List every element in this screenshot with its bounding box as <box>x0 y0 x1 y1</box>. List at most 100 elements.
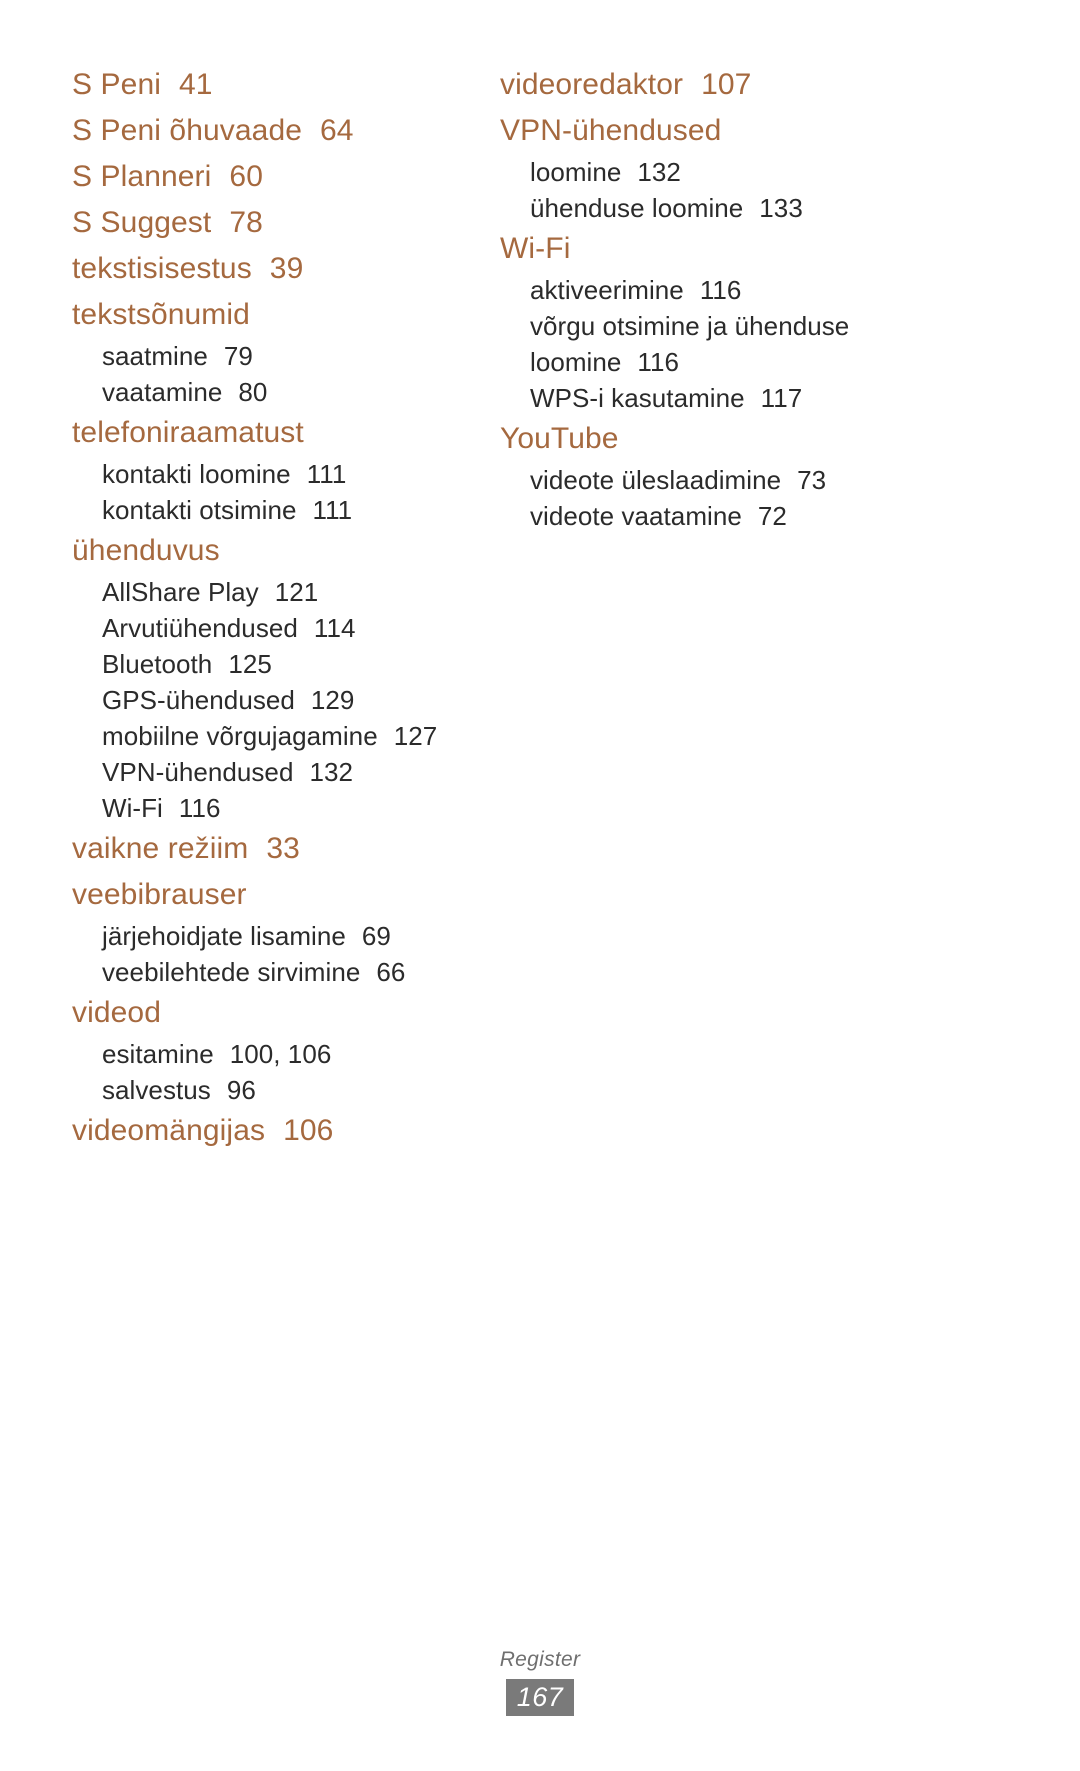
index-heading[interactable]: S Suggest 78 <box>72 200 492 246</box>
index-heading[interactable]: veebibrauser <box>72 872 492 918</box>
index-subentry-page: 117 <box>760 383 803 413</box>
footer-section-label: Register <box>499 1648 581 1671</box>
index-entry-group: Wi-Fi aktiveerimine 116 võrgu otsimine ja ü… <box>500 226 920 416</box>
index-subentry-page: 73 <box>797 465 827 495</box>
index-subentry-label: veebilehtede sirvimine <box>102 957 361 987</box>
index-heading[interactable]: YouTube <box>500 416 920 462</box>
index-entry-group: YouTube videote üleslaadimine 73 videote va… <box>500 416 920 534</box>
index-heading[interactable]: videod <box>72 990 492 1036</box>
index-subentry[interactable]: mobiilne võrgujagamine 127 <box>72 718 492 754</box>
index-heading[interactable]: videoredaktor 107 <box>500 62 920 108</box>
index-subentry[interactable]: esitamine 100, 106 <box>72 1036 492 1072</box>
index-subentry[interactable]: AllShare Play 121 <box>72 574 492 610</box>
index-heading-label: videoredaktor <box>500 68 684 101</box>
index-heading[interactable]: videomängijas 106 <box>72 1108 492 1154</box>
index-heading-label: ühenduvus <box>72 534 220 567</box>
index-heading[interactable]: tekstisisestus 39 <box>72 246 492 292</box>
index-heading-label: YouTube <box>500 422 619 455</box>
index-heading-label: VPN-ühendused <box>500 114 722 147</box>
index-subentry-label: kontakti otsimine <box>102 495 297 525</box>
index-subentry-label: Wi-Fi <box>102 793 163 823</box>
index-subentry[interactable]: VPN-ühendused 132 <box>72 754 492 790</box>
index-column-right: videoredaktor 107 VPN-ühendused loomine 132 ü… <box>500 62 920 534</box>
index-subentry[interactable]: veebilehtede sirvimine 66 <box>72 954 492 990</box>
index-subentry-label: GPS-ühendused <box>102 685 295 715</box>
index-subentry[interactable]: Arvutiühendused 114 <box>72 610 492 646</box>
index-subentry-page: 111 <box>306 459 347 489</box>
index-subentry[interactable]: järjehoidjate lisamine 69 <box>72 918 492 954</box>
index-entry-group: veebibrauser järjehoidjate lisamine 69 veeb… <box>72 872 492 990</box>
index-subentry[interactable]: kontakti otsimine 111 <box>72 492 492 528</box>
index-subentry-label: kontakti loomine <box>102 459 291 489</box>
index-heading[interactable]: VPN-ühendused <box>500 108 920 154</box>
index-heading[interactable]: tekstsõnumid <box>72 292 492 338</box>
index-subentry[interactable]: GPS-ühendused 129 <box>72 682 492 718</box>
index-entry-group: S Peni õhuvaade 64 <box>72 108 492 154</box>
index-subentry-label: VPN-ühendused <box>102 757 294 787</box>
index-heading[interactable]: S Peni 41 <box>72 62 492 108</box>
index-subentry[interactable]: Bluetooth 125 <box>72 646 492 682</box>
page-number-badge: 167 <box>505 1679 575 1716</box>
index-heading-page: 33 <box>266 832 300 865</box>
index-subentry-page: 125 <box>228 649 272 679</box>
index-heading-label: Wi-Fi <box>500 232 571 265</box>
index-heading[interactable]: ühenduvus <box>72 528 492 574</box>
index-subentry-page: 111 <box>312 495 353 525</box>
index-subentry-page: 133 <box>759 193 803 223</box>
index-heading-label: tekstisisestus <box>72 252 252 285</box>
index-subentry-label: vaatamine <box>102 377 223 407</box>
index-subentry-page: 116 <box>178 793 221 823</box>
index-entry-group: telefoniraamatust kontakti loomine 111 kont… <box>72 410 492 528</box>
index-heading[interactable]: Wi-Fi <box>500 226 920 272</box>
index-heading-label: S Planneri <box>72 160 212 193</box>
index-heading-page: 78 <box>229 206 263 239</box>
index-subentry-page: 80 <box>238 377 268 407</box>
index-heading[interactable]: S Planneri 60 <box>72 154 492 200</box>
index-heading-page: 106 <box>283 1114 334 1147</box>
index-subentry-page: 132 <box>637 157 681 187</box>
index-subentry[interactable]: võrgu otsimine ja ühenduse loomine 116 <box>500 308 920 380</box>
index-heading-page: 60 <box>229 160 263 193</box>
index-subentry[interactable]: videote üleslaadimine 73 <box>500 462 920 498</box>
index-subentry[interactable]: videote vaatamine 72 <box>500 498 920 534</box>
index-columns: S Peni 41 S Peni õhuvaade 64 S Planneri 60 S S… <box>72 62 1022 1154</box>
index-heading[interactable]: vaikne režiim 33 <box>72 826 492 872</box>
index-subentry[interactable]: ühenduse loomine 133 <box>500 190 920 226</box>
index-heading-label: tekstsõnumid <box>72 298 250 331</box>
index-subentry-page: 69 <box>361 921 391 951</box>
index-page: S Peni 41 S Peni õhuvaade 64 S Planneri 60 S S… <box>0 0 1080 1771</box>
page-footer: Register 167 <box>0 1648 1080 1716</box>
index-subentry-page: 66 <box>376 957 406 987</box>
index-subentry[interactable]: kontakti loomine 111 <box>72 456 492 492</box>
index-subentry-label: võrgu otsimine ja ühenduse loomine <box>530 311 850 377</box>
index-heading-page: 64 <box>320 114 354 147</box>
index-subentry-label: WPS-i kasutamine <box>530 383 745 413</box>
index-subentry-page: 127 <box>393 721 438 751</box>
index-subentry[interactable]: Wi-Fi 116 <box>72 790 492 826</box>
index-subentry-label: videote üleslaadimine <box>530 465 782 495</box>
index-heading[interactable]: telefoniraamatust <box>72 410 492 456</box>
index-heading-label: S Peni õhuvaade <box>72 114 303 147</box>
index-heading-page: 41 <box>179 68 213 101</box>
index-heading-page: 39 <box>269 252 304 285</box>
index-heading-label: videod <box>72 996 162 1029</box>
index-entry-group: videomängijas 106 <box>72 1108 492 1154</box>
index-subentry[interactable]: loomine 132 <box>500 154 920 190</box>
index-subentry[interactable]: saatmine 79 <box>72 338 492 374</box>
index-heading-label: S Suggest <box>72 206 212 239</box>
index-subentry-label: saatmine <box>102 341 208 371</box>
index-subentry-page: 132 <box>309 757 353 787</box>
index-subentry[interactable]: salvestus 96 <box>72 1072 492 1108</box>
index-subentry-page: 100, 106 <box>229 1039 332 1069</box>
index-subentry-label: videote vaatamine <box>530 501 742 531</box>
index-subentry-label: AllShare Play <box>102 577 259 607</box>
index-heading-label: videomängijas <box>72 1114 266 1147</box>
index-subentry-page: 72 <box>757 501 787 531</box>
index-heading-label: telefoniraamatust <box>72 416 304 449</box>
index-heading-page: 107 <box>701 68 752 101</box>
index-subentry[interactable]: vaatamine 80 <box>72 374 492 410</box>
index-subentry[interactable]: aktiveerimine 116 <box>500 272 920 308</box>
index-subentry-page: 121 <box>274 577 319 607</box>
index-subentry[interactable]: WPS-i kasutamine 117 <box>500 380 920 416</box>
index-heading[interactable]: S Peni õhuvaade 64 <box>72 108 492 154</box>
